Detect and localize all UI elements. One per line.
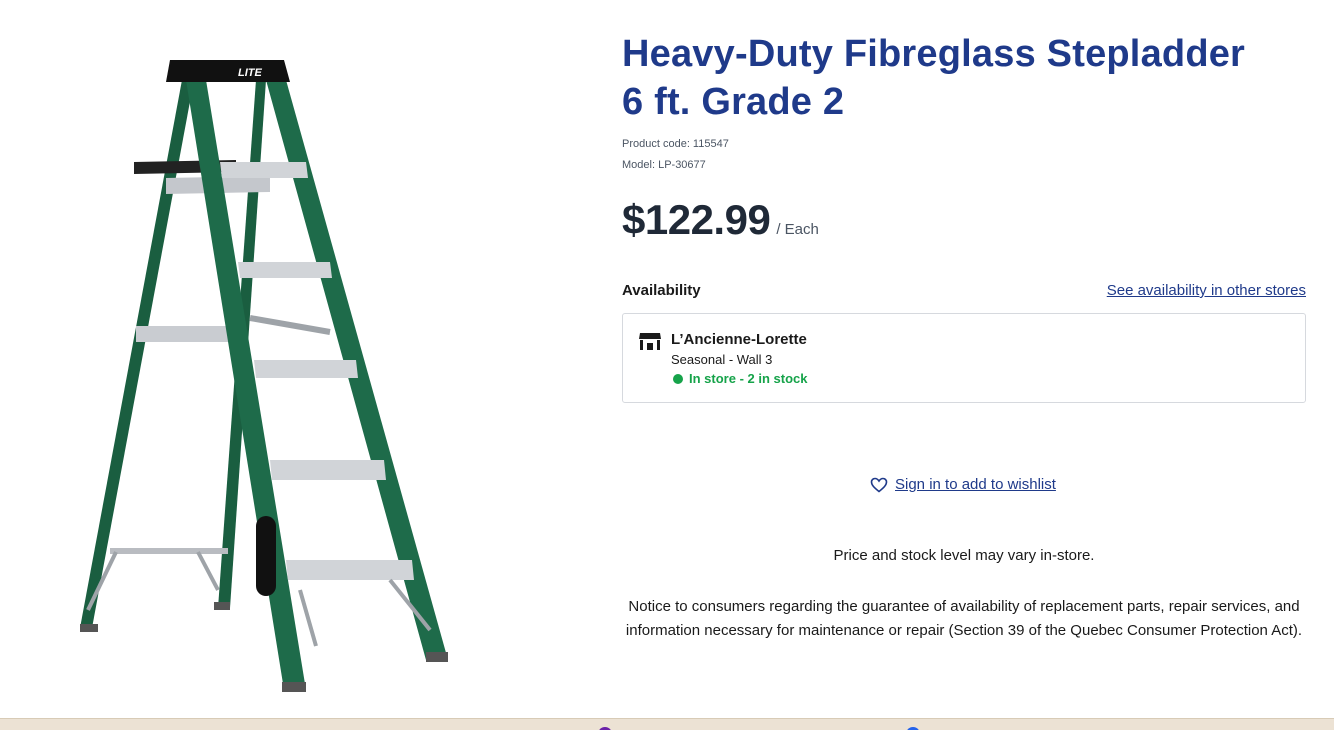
wishlist-text[interactable]: Sign in to add to wishlist — [895, 476, 1056, 493]
product-title-line2: 6 ft. Grade 2 — [622, 81, 845, 123]
see-other-stores-link[interactable]: See availability in other stores — [1107, 282, 1306, 299]
product-image-pane: LITE — [0, 0, 560, 718]
svg-text:LITE: LITE — [238, 67, 262, 79]
store-aisle: Seasonal - Wall 3 — [671, 352, 773, 367]
store-name: L’Ancienne-Lorette — [671, 331, 807, 348]
product-info: Heavy-Duty Fibreglass Stepladder 6 ft. G… — [622, 30, 1306, 403]
stock-status: In store - 2 in stock — [671, 371, 807, 386]
availability-header: Availability See availability in other s… — [622, 282, 1306, 299]
availability-label: Availability — [622, 282, 701, 299]
stock-status-text: In store - 2 in stock — [689, 371, 808, 386]
product-title: Heavy-Duty Fibreglass Stepladder 6 ft. G… — [622, 30, 1306, 126]
product-image[interactable]: LITE — [70, 50, 470, 700]
product-title-line1: Heavy-Duty Fibreglass Stepladder — [622, 33, 1246, 75]
heart-icon — [870, 477, 888, 493]
price-unit: / Each — [776, 221, 819, 238]
store-icon — [639, 333, 661, 350]
price-disclaimer: Price and stock level may vary in-store. — [833, 547, 1095, 564]
footer-strip — [0, 718, 1334, 730]
product-code: Product code: 115547 — [622, 138, 729, 150]
wishlist-link[interactable]: Sign in to add to wishlist — [870, 476, 1056, 493]
consumer-protection-notice: Notice to consumers regarding the guaran… — [625, 598, 1303, 639]
store-availability-card: L’Ancienne-Lorette Seasonal - Wall 3 In … — [622, 313, 1306, 403]
product-model: Model: LP-30677 — [622, 159, 706, 171]
product-price: $122.99 — [622, 196, 771, 243]
in-stock-dot-icon — [673, 373, 683, 384]
price-row: $122.99 / Each — [622, 196, 1306, 244]
